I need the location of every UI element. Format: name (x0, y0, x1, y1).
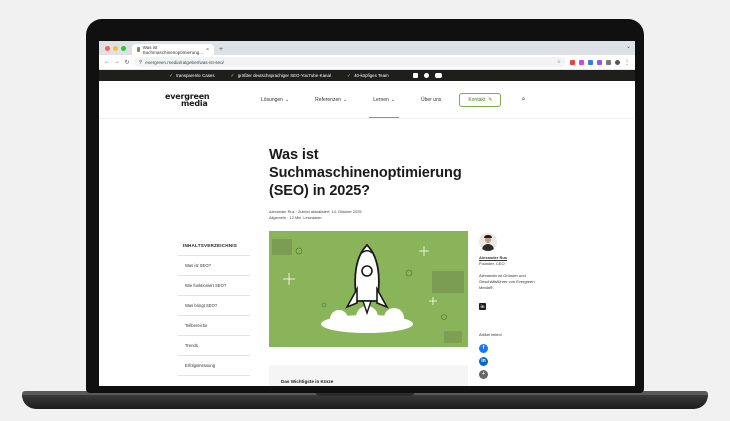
check-icon: ✓ (169, 72, 174, 79)
social-links (412, 73, 442, 78)
menu-icon[interactable]: ⋮ (624, 59, 630, 66)
table-of-contents: INHALTSVERZEICHNIS Was ist SEO? Wie funk… (178, 242, 250, 376)
toc-item[interactable]: Teilbereiche (178, 316, 250, 336)
tab-title: Was ist Suchmaschinenoptimierung... (142, 44, 204, 55)
browser-tab-strip: Was ist Suchmaschinenoptimierung... × + … (99, 41, 635, 55)
favicon-icon (137, 47, 140, 52)
author-role: Founder, CEO (479, 261, 505, 266)
forward-icon[interactable]: → (114, 59, 120, 65)
usp-text: 40-köpfiges Team (354, 73, 389, 78)
nav-label: Referenzen (315, 96, 342, 103)
page-title: Was ist Suchmaschinenoptimierung (SEO) i… (269, 146, 479, 200)
toc-title: INHALTSVERZEICHNIS (178, 242, 250, 256)
share-more-icon[interactable]: + (479, 370, 488, 379)
logo-text-line2: media (181, 98, 208, 108)
close-window-button[interactable] (105, 45, 110, 51)
address-bar[interactable]: ⚲ evergreen.media/ratgeber/was-ist-seo/ … (134, 57, 566, 67)
back-icon[interactable]: ← (104, 59, 110, 65)
toc-item[interactable]: Erfolgsmessung (178, 356, 250, 376)
browser-tab[interactable]: Was ist Suchmaschinenoptimierung... × (132, 44, 214, 55)
chevron-down-icon: ⌄ (343, 96, 348, 103)
bookmark-star-icon[interactable]: ☆ (557, 59, 561, 65)
toc-item[interactable]: Trends (178, 336, 250, 356)
article-meta: Alexander Rus · Zuletzt aktualisiert: 14… (269, 209, 479, 221)
facebook-share-icon[interactable]: f (479, 344, 488, 353)
site-logo[interactable]: evergreen media (165, 92, 235, 108)
chevron-down-icon: ⌄ (284, 96, 290, 103)
laptop-screen: Was ist Suchmaschinenoptimierung... × + … (99, 41, 635, 386)
url-text: evergreen.media/ratgeber/was-ist-seo/ (145, 59, 224, 65)
usp-item: ✓ 40-köpfiges Team (347, 73, 389, 79)
hero-illustration (269, 231, 468, 347)
window-controls (99, 41, 132, 55)
tab-search-icon[interactable]: ⌄ (626, 43, 631, 50)
nav-item-ueber-uns[interactable]: Über uns (421, 97, 441, 103)
extension-icon[interactable] (588, 59, 593, 65)
toc-item[interactable]: Was ist SEO? (178, 256, 250, 276)
toc-item[interactable]: Wie funktioniert SEO? (178, 276, 250, 296)
extension-icon[interactable] (579, 59, 584, 65)
youtube-icon[interactable] (434, 73, 442, 78)
tab-close-icon[interactable]: × (206, 47, 209, 53)
nav-item-loesungen[interactable]: Lösungen ⌄ (261, 97, 289, 103)
nav-item-referenzen[interactable]: Referenzen ⌄ (315, 97, 347, 103)
usp-text: transparente Cases (176, 73, 215, 78)
maximize-window-button[interactable] (121, 45, 126, 51)
avatar (479, 233, 497, 251)
rocket-illustration (272, 239, 464, 343)
chevron-down-icon: ⌄ (390, 96, 396, 103)
extension-icon[interactable] (606, 59, 611, 65)
pencil-icon: ✎ (488, 96, 493, 103)
toc-item[interactable]: Was bringt SEO? (178, 296, 250, 316)
profile-icon[interactable] (615, 59, 620, 65)
linkedin-icon[interactable] (412, 73, 418, 78)
nav-label: Über uns (421, 96, 442, 103)
facebook-icon[interactable] (423, 73, 429, 78)
nav-item-lernen[interactable]: Lernen ⌄ (369, 96, 399, 118)
title-line: (SEO) in 2025? (269, 183, 370, 199)
article: Was ist Suchmaschinenoptimierung (SEO) i… (269, 146, 479, 386)
share-buttons: f in + (479, 344, 549, 379)
author-description: Alexander ist Gründer und Geschäftsführe… (479, 273, 535, 290)
usp-item: ✓ transparente Cases (169, 73, 215, 79)
site-info-icon[interactable]: ⚲ (139, 59, 142, 65)
title-line: Suchmaschinenoptimierung (269, 165, 462, 181)
usp-item: ✓ größter deutschsprachiger SEO-YouTube-… (231, 73, 331, 79)
check-icon: ✓ (230, 72, 235, 79)
share-title: Artikel teilen! (479, 332, 502, 337)
author-box: Alexander Rus Founder, CEO Alexander ist… (479, 233, 549, 379)
browser-toolbar: ← → ↻ ⚲ evergreen.media/ratgeber/was-ist… (99, 55, 635, 70)
title-line: Was ist (269, 147, 319, 163)
reload-icon[interactable]: ↻ (124, 59, 130, 66)
main-nav: Lösungen ⌄ Referenzen ⌄ Lernen ⌄ Über un… (261, 96, 441, 118)
usp-topbar: ✓ transparente Cases ✓ größter deutschsp… (99, 70, 635, 81)
extension-icon[interactable] (597, 59, 602, 65)
linkedin-share-icon[interactable]: in (479, 357, 488, 366)
minimize-window-button[interactable] (113, 45, 118, 51)
kontakt-label: Kontakt (468, 96, 486, 103)
new-tab-button[interactable]: + (214, 44, 228, 55)
meta-category-readtime: Allgemein · 12 Min. Lesedauer (269, 215, 322, 220)
linkedin-icon[interactable]: in (479, 303, 486, 310)
summary-box: Das Wichtigste in Kürze (269, 365, 468, 386)
search-icon[interactable]: ⌕ (521, 96, 525, 104)
nav-label: Lernen (373, 96, 389, 103)
summary-title: Das Wichtigste in Kürze (281, 379, 334, 384)
extension-icon[interactable] (570, 59, 575, 65)
site-header: evergreen media Lösungen ⌄ Referenzen ⌄ … (99, 81, 635, 119)
check-icon: ✓ (346, 72, 352, 79)
nav-label: Lösungen (261, 96, 283, 103)
laptop-base (22, 395, 708, 409)
kontakt-button[interactable]: Kontakt ✎ (459, 92, 502, 107)
usp-text: größter deutschsprachiger SEO-YouTube-Ka… (237, 73, 331, 78)
